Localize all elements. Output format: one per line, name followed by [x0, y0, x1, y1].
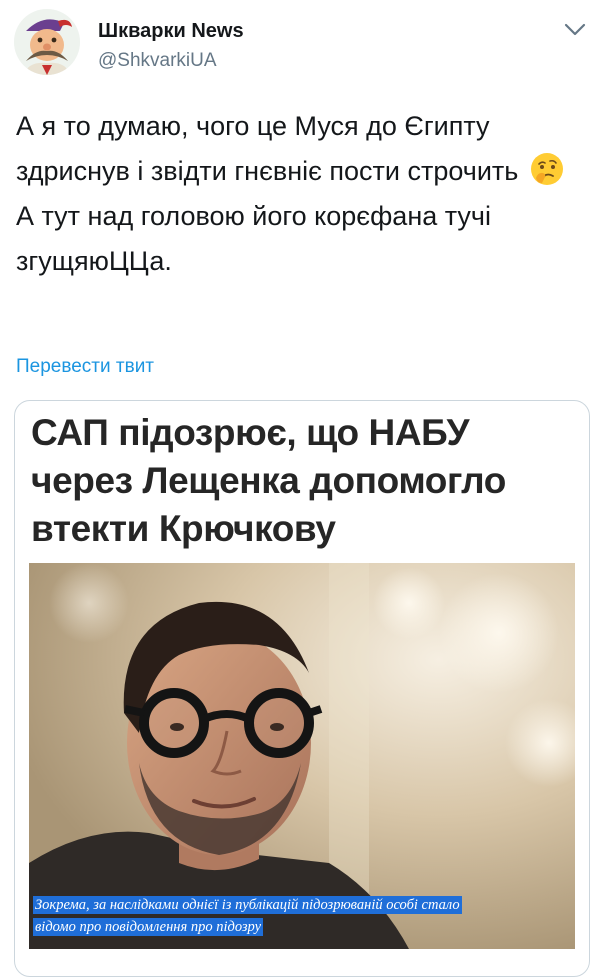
article-photo: Зокрема, за наслідками однієї із публіка… [29, 563, 575, 949]
photo-caption: Зокрема, за наслідками однієї із публіка… [33, 894, 503, 938]
avatar[interactable] [14, 9, 80, 75]
card-headline: САП підозрює, що НАБУ через Лещенка допо… [31, 412, 506, 549]
tweet-text: А я то думаю, чого це Муся до Єгипту здр… [16, 104, 576, 284]
chevron-down-icon[interactable] [564, 22, 586, 38]
cossack-avatar-icon [14, 9, 80, 75]
tweet-text-part-2: А тут над головою його корєфана тучі згу… [16, 201, 491, 276]
portrait-photo [29, 563, 575, 949]
thinking-face-emoji [530, 152, 564, 186]
media-card[interactable]: САП підозрює, що НАБУ через Лещенка допо… [14, 400, 590, 977]
tweet-header: Шкварки News @ShkvarkiUA [0, 0, 604, 90]
tweet-text-part-1: А я то думаю, чого це Муся до Єгипту здр… [16, 111, 519, 186]
display-name[interactable]: Шкварки News [98, 20, 244, 43]
photo-caption-text: Зокрема, за наслідками однієї із публіка… [33, 896, 462, 936]
user-handle[interactable]: @ShkvarkiUA [98, 50, 217, 72]
translate-tweet-link[interactable]: Перевести твит [16, 356, 154, 378]
